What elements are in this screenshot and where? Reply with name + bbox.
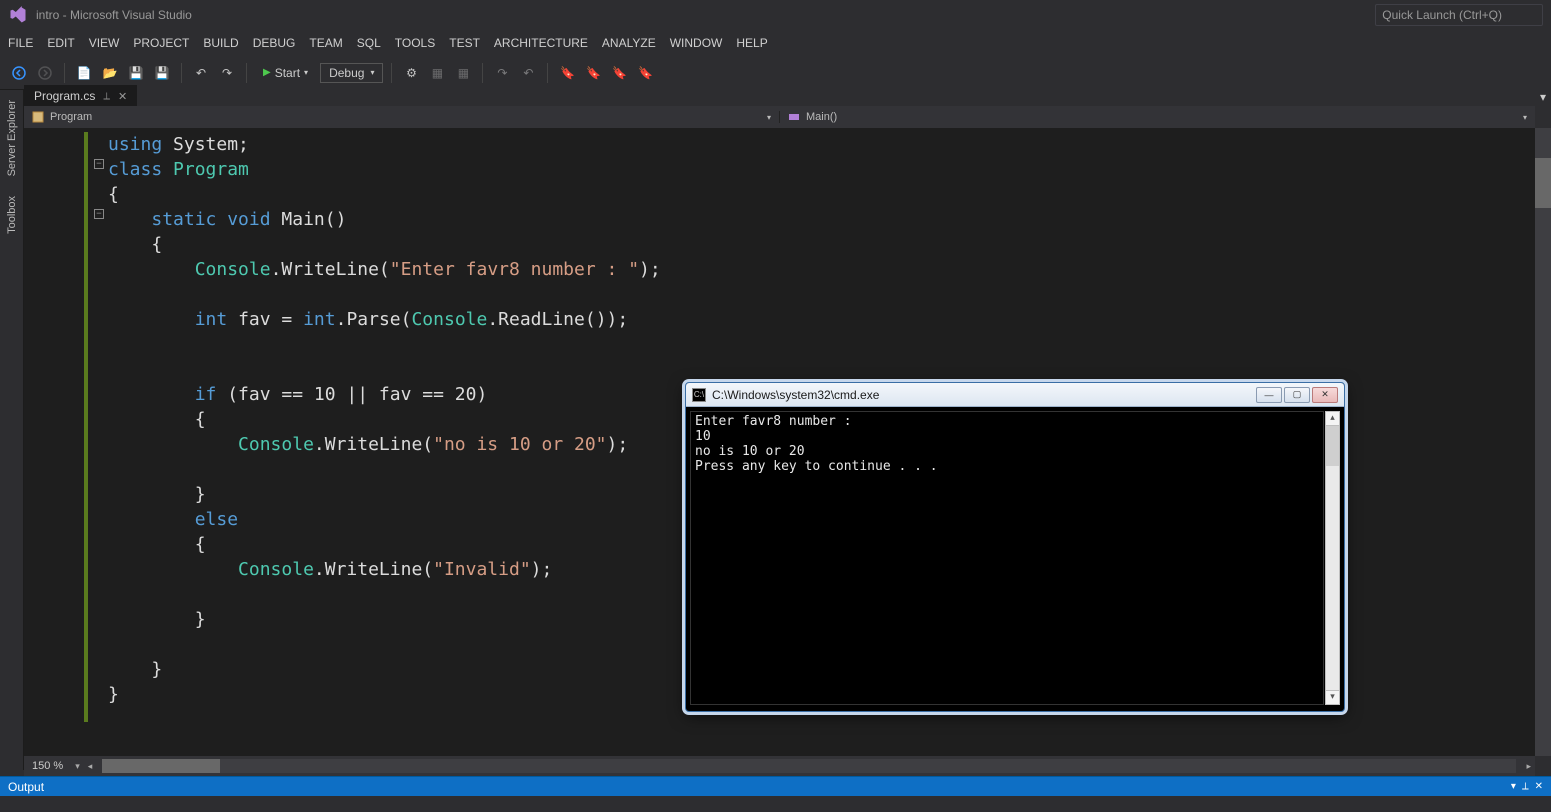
breakpoint-icon[interactable]: 🔖 bbox=[582, 62, 604, 84]
chevron-down-icon: ▾ bbox=[370, 68, 374, 77]
menu-team[interactable]: TEAM bbox=[309, 36, 342, 50]
menu-view[interactable]: VIEW bbox=[89, 36, 120, 50]
menu-test[interactable]: TEST bbox=[449, 36, 480, 50]
class-icon bbox=[32, 111, 44, 123]
play-icon: ▶ bbox=[263, 67, 271, 78]
document-tabs: Program.cs ⟂ ✕ bbox=[24, 84, 1551, 106]
scroll-up-icon[interactable]: ▴ bbox=[1326, 412, 1339, 426]
fold-icon[interactable]: − bbox=[94, 159, 104, 169]
output-label: Output bbox=[8, 780, 44, 794]
menu-tools[interactable]: TOOLS bbox=[395, 36, 435, 50]
navigation-bar: Program ▾ Main() ▾ bbox=[24, 106, 1535, 128]
change-marker bbox=[84, 132, 88, 722]
menu-window[interactable]: WINDOW bbox=[670, 36, 723, 50]
member-name: Main() bbox=[806, 111, 837, 123]
statusbar bbox=[0, 796, 1551, 812]
tab-overflow-icon[interactable]: ▾ bbox=[1535, 90, 1551, 106]
output-panel[interactable]: Output ▾ ⟂ ✕ bbox=[0, 776, 1551, 796]
breakpoint-icon[interactable]: 🔖 bbox=[634, 62, 656, 84]
window-title: intro - Microsoft Visual Studio bbox=[36, 8, 192, 22]
chevron-down-icon: ▾ bbox=[304, 68, 308, 77]
nav-forward-icon[interactable] bbox=[34, 62, 56, 84]
menu-build[interactable]: BUILD bbox=[203, 36, 238, 50]
new-project-icon[interactable]: 📄 bbox=[73, 62, 95, 84]
gutter bbox=[24, 128, 88, 756]
scroll-right-icon[interactable]: ▸ bbox=[1522, 761, 1535, 772]
editor-footer: 150 % ▾ ◂ ▸ bbox=[24, 756, 1535, 776]
separator bbox=[391, 63, 392, 83]
toolbar-icon[interactable]: ▦ bbox=[426, 62, 448, 84]
separator bbox=[181, 63, 182, 83]
scrollbar-thumb[interactable] bbox=[1535, 158, 1551, 208]
side-tab-server-explorer[interactable]: Server Explorer bbox=[4, 90, 20, 186]
breakpoint-icon[interactable]: 🔖 bbox=[556, 62, 578, 84]
method-icon bbox=[788, 111, 800, 123]
console-titlebar[interactable]: C:\ C:\Windows\system32\cmd.exe — ▢ ✕ bbox=[686, 383, 1344, 407]
console-scrollbar[interactable]: ▴ ▾ bbox=[1325, 411, 1340, 705]
separator bbox=[246, 63, 247, 83]
separator bbox=[547, 63, 548, 83]
menu-help[interactable]: HELP bbox=[736, 36, 767, 50]
chevron-down-icon[interactable]: ▾ bbox=[71, 761, 84, 772]
cmd-icon: C:\ bbox=[692, 388, 706, 402]
scrollbar-thumb[interactable] bbox=[102, 759, 220, 773]
file-tab-label: Program.cs bbox=[34, 89, 95, 103]
side-tab-toolbox[interactable]: Toolbox bbox=[4, 186, 20, 244]
fold-icon[interactable]: − bbox=[94, 209, 104, 219]
chevron-down-icon: ▾ bbox=[767, 113, 771, 122]
step-icon[interactable]: ↶ bbox=[517, 62, 539, 84]
titlebar: intro - Microsoft Visual Studio Quick La… bbox=[0, 0, 1551, 30]
chevron-down-icon[interactable]: ▾ bbox=[1511, 781, 1516, 792]
close-button[interactable]: ✕ bbox=[1312, 387, 1338, 403]
close-icon[interactable]: ✕ bbox=[118, 90, 127, 103]
console-output[interactable]: Enter favr8 number : 10 no is 10 or 20 P… bbox=[690, 411, 1324, 705]
class-name: Program bbox=[50, 111, 92, 123]
save-icon[interactable]: 💾 bbox=[125, 62, 147, 84]
minimize-button[interactable]: — bbox=[1256, 387, 1282, 403]
breakpoint-icon[interactable]: 🔖 bbox=[608, 62, 630, 84]
config-label: Debug bbox=[329, 66, 364, 80]
pin-icon[interactable]: ⟂ bbox=[103, 91, 110, 102]
toolbar-icon[interactable]: ▦ bbox=[452, 62, 474, 84]
menu-edit[interactable]: EDIT bbox=[47, 36, 74, 50]
chevron-down-icon: ▾ bbox=[1523, 113, 1527, 122]
menu-project[interactable]: PROJECT bbox=[133, 36, 189, 50]
separator bbox=[482, 63, 483, 83]
close-icon[interactable]: ✕ bbox=[1535, 781, 1543, 792]
start-button[interactable]: ▶ Start ▾ bbox=[255, 64, 316, 82]
class-dropdown[interactable]: Program ▾ bbox=[24, 111, 779, 123]
save-all-icon[interactable]: 💾 bbox=[151, 62, 173, 84]
menu-analyze[interactable]: ANALYZE bbox=[602, 36, 656, 50]
scrollbar-thumb[interactable] bbox=[1326, 426, 1339, 466]
menu-file[interactable]: FILE bbox=[8, 36, 33, 50]
menu-sql[interactable]: SQL bbox=[357, 36, 381, 50]
toolbar-icon[interactable]: ⚙ bbox=[400, 62, 422, 84]
menu-debug[interactable]: DEBUG bbox=[253, 36, 296, 50]
config-dropdown[interactable]: Debug ▾ bbox=[320, 63, 383, 83]
member-dropdown[interactable]: Main() ▾ bbox=[779, 111, 1535, 123]
open-file-icon[interactable]: 📂 bbox=[99, 62, 121, 84]
menu-architecture[interactable]: ARCHITECTURE bbox=[494, 36, 588, 50]
scroll-down-icon[interactable]: ▾ bbox=[1326, 690, 1339, 704]
step-icon[interactable]: ↷ bbox=[491, 62, 513, 84]
separator bbox=[64, 63, 65, 83]
undo-icon[interactable]: ↶ bbox=[190, 62, 212, 84]
vs-logo-icon bbox=[8, 5, 28, 25]
sidebar: Server ExplorerToolbox bbox=[0, 90, 24, 770]
menubar: FILE EDIT VIEW PROJECT BUILD DEBUG TEAM SQL TOOL… bbox=[0, 30, 1551, 56]
console-window[interactable]: C:\ C:\Windows\system32\cmd.exe — ▢ ✕ En… bbox=[685, 382, 1345, 712]
scroll-left-icon[interactable]: ◂ bbox=[84, 761, 97, 772]
pin-icon[interactable]: ⟂ bbox=[1522, 781, 1529, 792]
nav-back-icon[interactable] bbox=[8, 62, 30, 84]
start-label: Start bbox=[275, 66, 300, 80]
horizontal-scrollbar[interactable] bbox=[102, 759, 1516, 773]
maximize-button[interactable]: ▢ bbox=[1284, 387, 1310, 403]
zoom-level[interactable]: 150 % bbox=[24, 760, 71, 772]
vertical-scrollbar[interactable] bbox=[1535, 128, 1551, 756]
redo-icon[interactable]: ↷ bbox=[216, 62, 238, 84]
file-tab-program[interactable]: Program.cs ⟂ ✕ bbox=[24, 85, 137, 106]
console-title: C:\Windows\system32\cmd.exe bbox=[712, 388, 879, 402]
quick-launch-input[interactable]: Quick Launch (Ctrl+Q) bbox=[1375, 4, 1543, 26]
